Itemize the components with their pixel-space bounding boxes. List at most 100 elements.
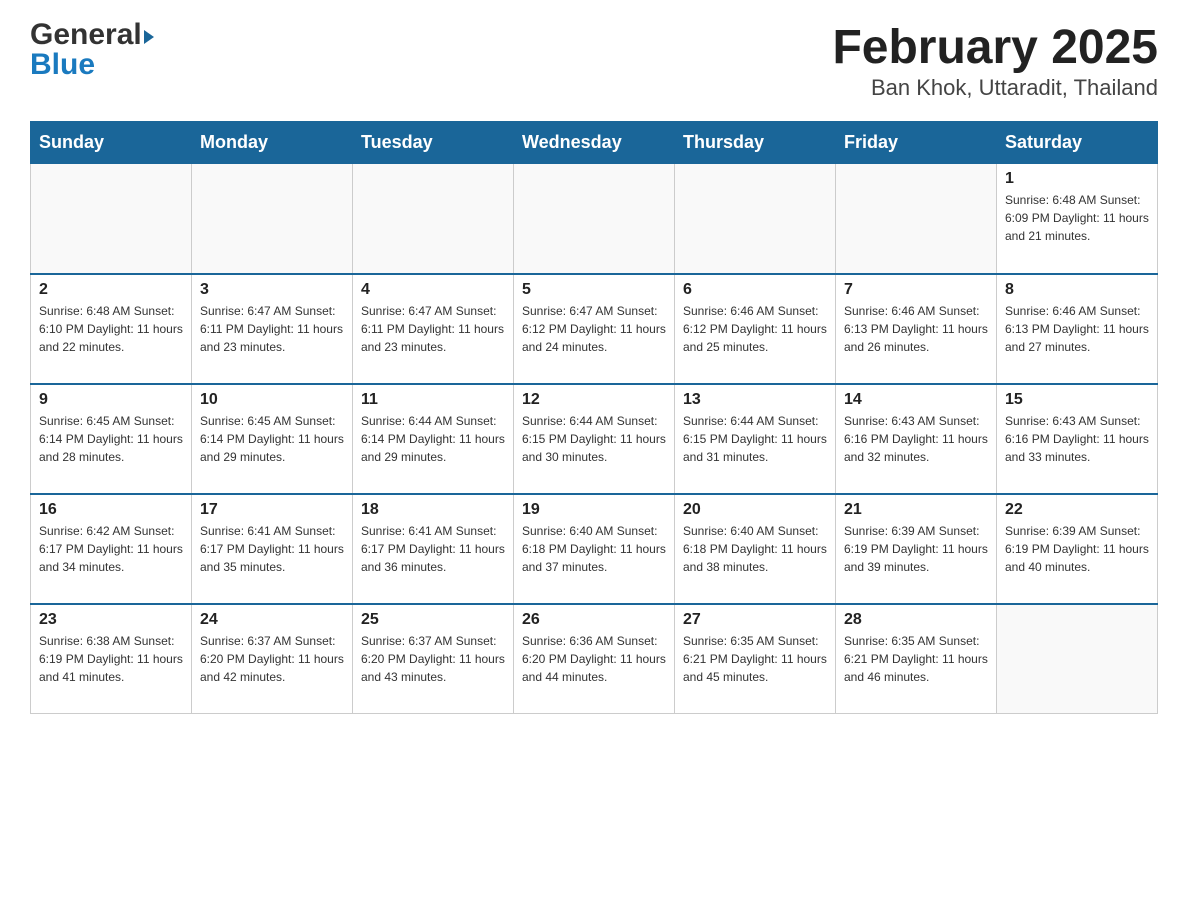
day-number: 13 <box>683 391 827 409</box>
calendar-cell: 15 Sunrise: 6:43 AM Sunset: 6:16 PM Dayli… <box>997 384 1158 494</box>
weekday-header-thursday: Thursday <box>675 122 836 164</box>
calendar-cell: 8 Sunrise: 6:46 AM Sunset: 6:13 PM Daylig… <box>997 274 1158 384</box>
calendar-week-row: 16 Sunrise: 6:42 AM Sunset: 6:17 PM Dayli… <box>31 494 1158 604</box>
weekday-header-wednesday: Wednesday <box>514 122 675 164</box>
calendar-cell: 13 Sunrise: 6:44 AM Sunset: 6:15 PM Dayli… <box>675 384 836 494</box>
day-number: 6 <box>683 281 827 299</box>
day-number: 24 <box>200 611 344 629</box>
calendar-cell: 18 Sunrise: 6:41 AM Sunset: 6:17 PM Dayli… <box>353 494 514 604</box>
calendar-cell: 2 Sunrise: 6:48 AM Sunset: 6:10 PM Daylig… <box>31 274 192 384</box>
calendar-week-row: 1 Sunrise: 6:48 AM Sunset: 6:09 PM Daylig… <box>31 164 1158 274</box>
day-number: 16 <box>39 501 183 519</box>
day-info: Sunrise: 6:40 AM Sunset: 6:18 PM Dayligh… <box>522 522 666 576</box>
calendar-title: February 2025 <box>832 20 1158 75</box>
day-info: Sunrise: 6:44 AM Sunset: 6:15 PM Dayligh… <box>683 412 827 466</box>
day-number: 17 <box>200 501 344 519</box>
calendar-table: SundayMondayTuesdayWednesdayThursdayFrid… <box>30 121 1158 714</box>
calendar-cell: 27 Sunrise: 6:35 AM Sunset: 6:21 PM Dayli… <box>675 604 836 714</box>
day-number: 26 <box>522 611 666 629</box>
calendar-cell: 3 Sunrise: 6:47 AM Sunset: 6:11 PM Daylig… <box>192 274 353 384</box>
logo-blue-text: Blue <box>30 48 154 81</box>
calendar-subtitle: Ban Khok, Uttaradit, Thailand <box>832 75 1158 101</box>
day-info: Sunrise: 6:46 AM Sunset: 6:13 PM Dayligh… <box>1005 302 1149 356</box>
day-number: 22 <box>1005 501 1149 519</box>
day-number: 1 <box>1005 170 1149 188</box>
weekday-header-friday: Friday <box>836 122 997 164</box>
calendar-cell: 20 Sunrise: 6:40 AM Sunset: 6:18 PM Dayli… <box>675 494 836 604</box>
day-number: 28 <box>844 611 988 629</box>
day-info: Sunrise: 6:40 AM Sunset: 6:18 PM Dayligh… <box>683 522 827 576</box>
page-header: General Blue February 2025 Ban Khok, Utt… <box>30 20 1158 101</box>
day-info: Sunrise: 6:42 AM Sunset: 6:17 PM Dayligh… <box>39 522 183 576</box>
calendar-cell <box>353 164 514 274</box>
day-info: Sunrise: 6:44 AM Sunset: 6:14 PM Dayligh… <box>361 412 505 466</box>
calendar-cell <box>192 164 353 274</box>
calendar-cell: 9Sunrise: 6:45 AM Sunset: 6:14 PM Daylig… <box>31 384 192 494</box>
calendar-cell: 4 Sunrise: 6:47 AM Sunset: 6:11 PM Daylig… <box>353 274 514 384</box>
day-info: Sunrise: 6:35 AM Sunset: 6:21 PM Dayligh… <box>844 632 988 686</box>
day-info: Sunrise: 6:37 AM Sunset: 6:20 PM Dayligh… <box>200 632 344 686</box>
calendar-cell: 10 Sunrise: 6:45 AM Sunset: 6:14 PM Dayli… <box>192 384 353 494</box>
day-number: 10 <box>200 391 344 409</box>
calendar-cell: 19 Sunrise: 6:40 AM Sunset: 6:18 PM Dayli… <box>514 494 675 604</box>
day-info: Sunrise: 6:47 AM Sunset: 6:11 PM Dayligh… <box>361 302 505 356</box>
calendar-cell: 5 Sunrise: 6:47 AM Sunset: 6:12 PM Daylig… <box>514 274 675 384</box>
calendar-cell: 21 Sunrise: 6:39 AM Sunset: 6:19 PM Dayli… <box>836 494 997 604</box>
day-number: 3 <box>200 281 344 299</box>
day-number: 7 <box>844 281 988 299</box>
calendar-cell <box>514 164 675 274</box>
day-number: 19 <box>522 501 666 519</box>
day-number: 11 <box>361 391 505 409</box>
day-info: Sunrise: 6:38 AM Sunset: 6:19 PM Dayligh… <box>39 632 183 686</box>
day-info: Sunrise: 6:36 AM Sunset: 6:20 PM Dayligh… <box>522 632 666 686</box>
day-number: 8 <box>1005 281 1149 299</box>
day-number: 21 <box>844 501 988 519</box>
day-info: Sunrise: 6:48 AM Sunset: 6:09 PM Dayligh… <box>1005 191 1149 245</box>
calendar-cell <box>997 604 1158 714</box>
day-number: 15 <box>1005 391 1149 409</box>
day-info: Sunrise: 6:43 AM Sunset: 6:16 PM Dayligh… <box>844 412 988 466</box>
calendar-cell: 25 Sunrise: 6:37 AM Sunset: 6:20 PM Dayli… <box>353 604 514 714</box>
day-info: Sunrise: 6:45 AM Sunset: 6:14 PM Dayligh… <box>200 412 344 466</box>
day-info: Sunrise: 6:48 AM Sunset: 6:10 PM Dayligh… <box>39 302 183 356</box>
calendar-cell: 14Sunrise: 6:43 AM Sunset: 6:16 PM Dayli… <box>836 384 997 494</box>
day-info: Sunrise: 6:43 AM Sunset: 6:16 PM Dayligh… <box>1005 412 1149 466</box>
calendar-cell <box>31 164 192 274</box>
day-info: Sunrise: 6:35 AM Sunset: 6:21 PM Dayligh… <box>683 632 827 686</box>
day-info: Sunrise: 6:44 AM Sunset: 6:15 PM Dayligh… <box>522 412 666 466</box>
calendar-cell <box>675 164 836 274</box>
day-number: 4 <box>361 281 505 299</box>
day-number: 18 <box>361 501 505 519</box>
weekday-header-monday: Monday <box>192 122 353 164</box>
calendar-header-row: SundayMondayTuesdayWednesdayThursdayFrid… <box>31 122 1158 164</box>
day-info: Sunrise: 6:39 AM Sunset: 6:19 PM Dayligh… <box>844 522 988 576</box>
day-number: 9 <box>39 391 183 409</box>
calendar-cell: 11 Sunrise: 6:44 AM Sunset: 6:14 PM Dayli… <box>353 384 514 494</box>
calendar-title-block: February 2025 Ban Khok, Uttaradit, Thail… <box>832 20 1158 101</box>
day-info: Sunrise: 6:46 AM Sunset: 6:12 PM Dayligh… <box>683 302 827 356</box>
logo-general-text: General <box>30 20 142 50</box>
calendar-cell: 26 Sunrise: 6:36 AM Sunset: 6:20 PM Dayli… <box>514 604 675 714</box>
calendar-cell: 17Sunrise: 6:41 AM Sunset: 6:17 PM Dayli… <box>192 494 353 604</box>
day-number: 20 <box>683 501 827 519</box>
day-info: Sunrise: 6:47 AM Sunset: 6:11 PM Dayligh… <box>200 302 344 356</box>
weekday-header-sunday: Sunday <box>31 122 192 164</box>
day-info: Sunrise: 6:41 AM Sunset: 6:17 PM Dayligh… <box>361 522 505 576</box>
calendar-cell: 16 Sunrise: 6:42 AM Sunset: 6:17 PM Dayli… <box>31 494 192 604</box>
calendar-cell: 22 Sunrise: 6:39 AM Sunset: 6:19 PM Dayli… <box>997 494 1158 604</box>
logo: General Blue <box>30 20 154 81</box>
calendar-cell: 28 Sunrise: 6:35 AM Sunset: 6:21 PM Dayli… <box>836 604 997 714</box>
day-number: 12 <box>522 391 666 409</box>
day-info: Sunrise: 6:47 AM Sunset: 6:12 PM Dayligh… <box>522 302 666 356</box>
calendar-week-row: 9 Sunrise: 6:45 AM Sunset: 6:14 PM Daylig… <box>31 384 1158 494</box>
day-info: Sunrise: 6:46 AM Sunset: 6:13 PM Dayligh… <box>844 302 988 356</box>
calendar-cell: 23Sunrise: 6:38 AM Sunset: 6:19 PM Dayli… <box>31 604 192 714</box>
day-number: 27 <box>683 611 827 629</box>
day-info: Sunrise: 6:39 AM Sunset: 6:19 PM Dayligh… <box>1005 522 1149 576</box>
day-number: 5 <box>522 281 666 299</box>
day-number: 2 <box>39 281 183 299</box>
day-number: 25 <box>361 611 505 629</box>
weekday-header-saturday: Saturday <box>997 122 1158 164</box>
calendar-cell: 7 Sunrise: 6:46 AM Sunset: 6:13 PM Daylig… <box>836 274 997 384</box>
day-info: Sunrise: 6:37 AM Sunset: 6:20 PM Dayligh… <box>361 632 505 686</box>
